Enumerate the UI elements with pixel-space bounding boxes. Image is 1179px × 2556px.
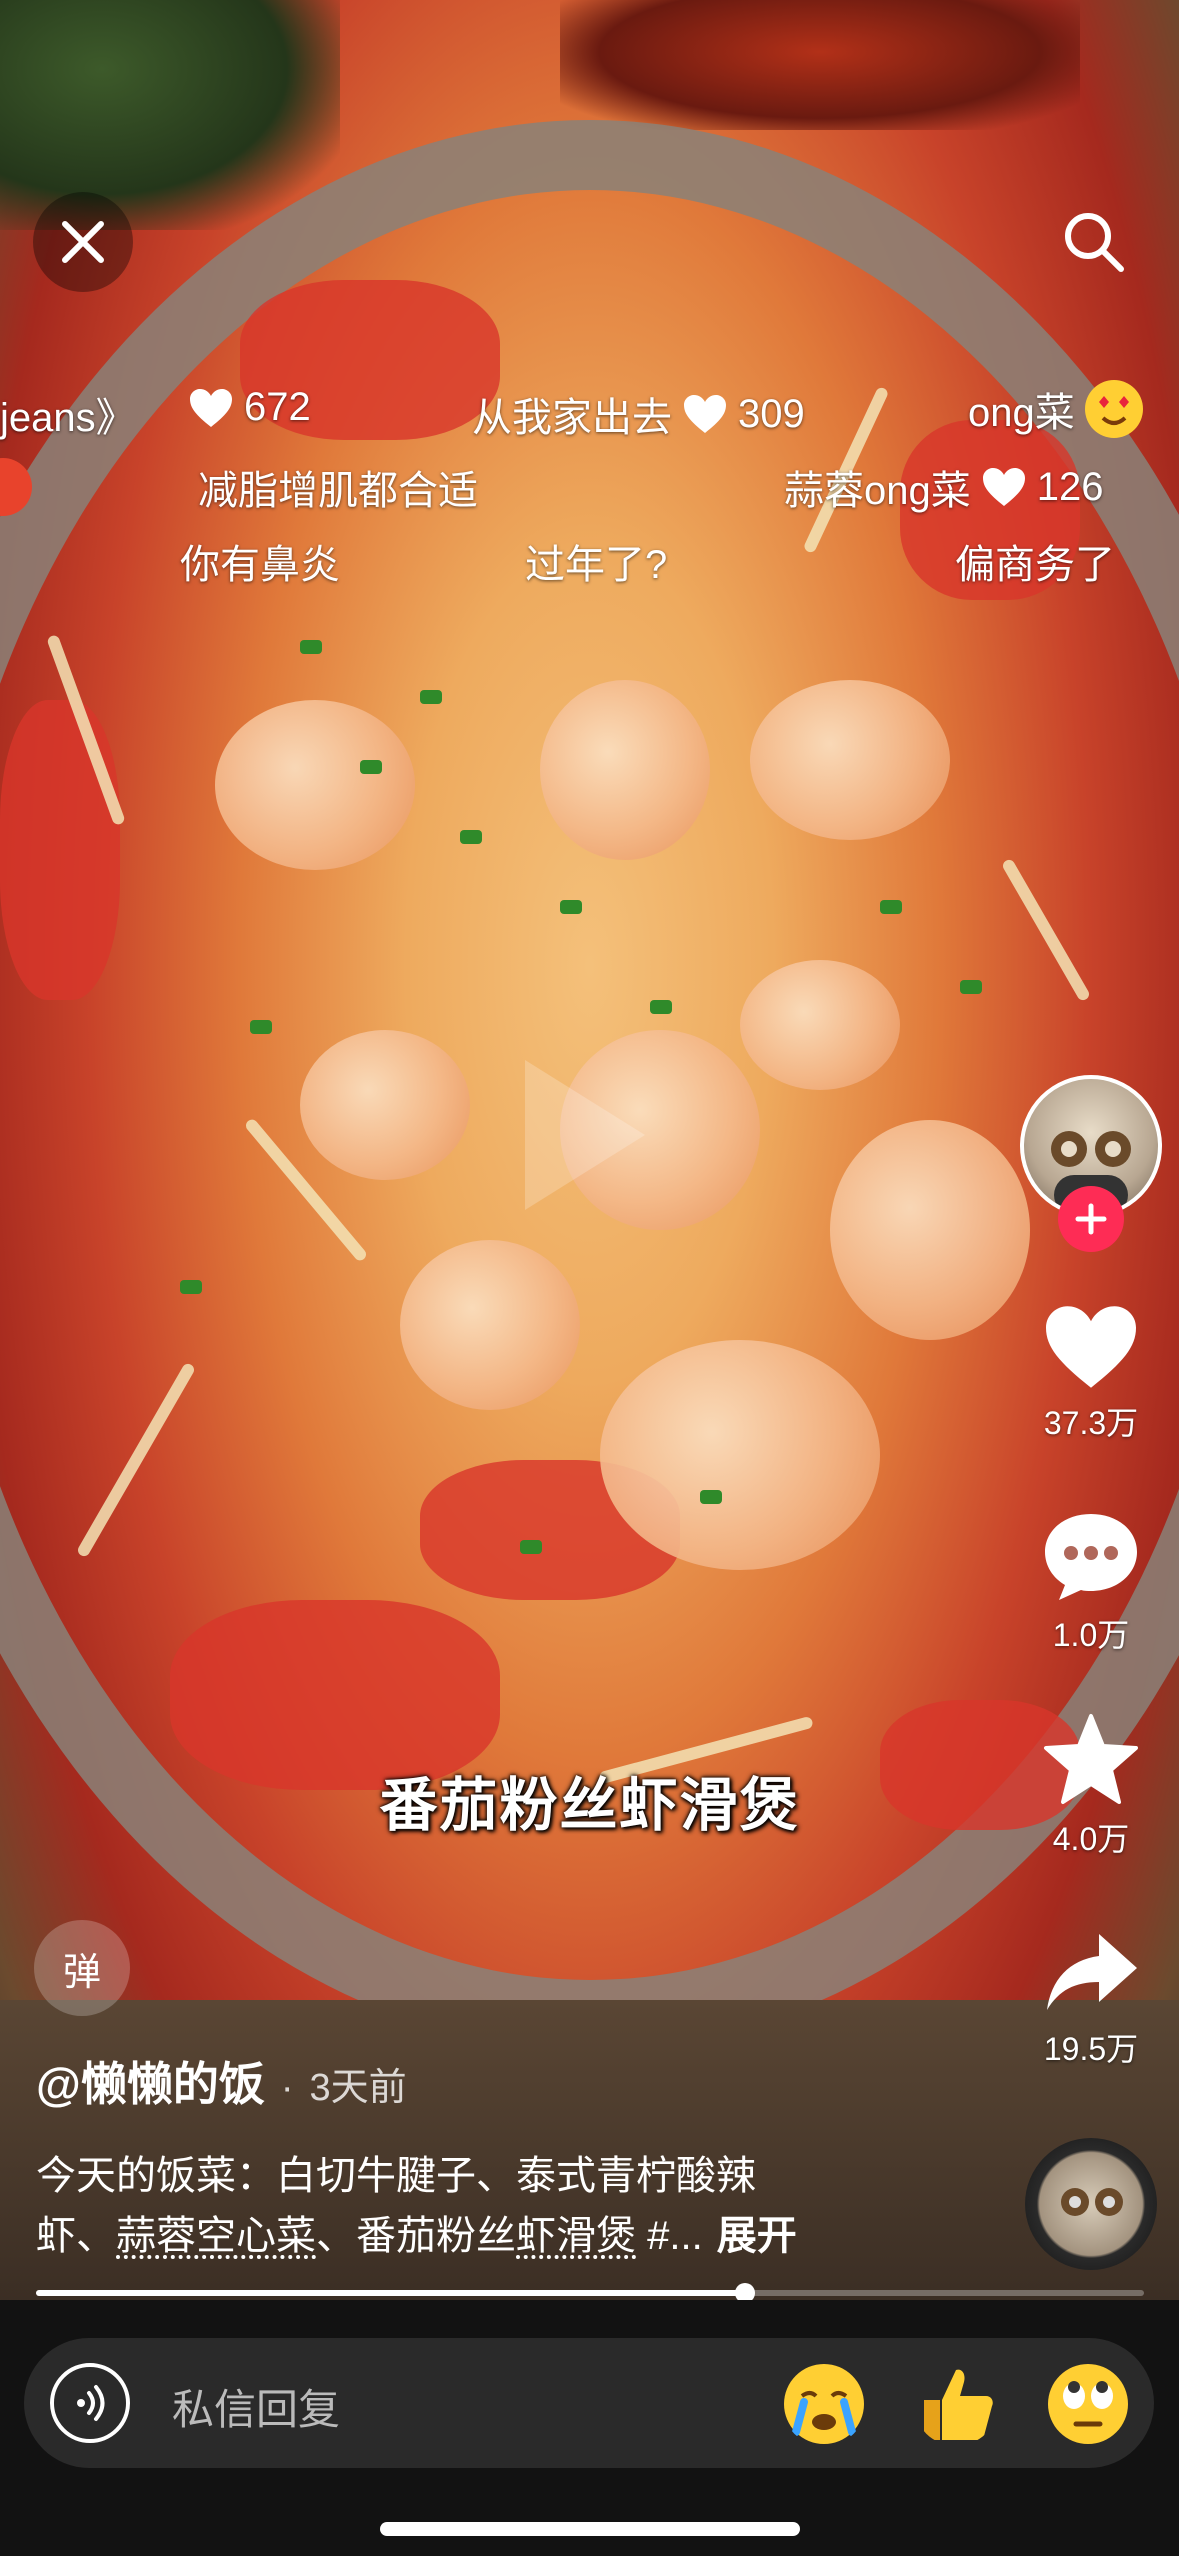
danmaku-comment[interactable]: 672 [188,385,311,430]
scallion [180,1280,202,1294]
music-disc[interactable] [1025,2138,1157,2270]
scallion [360,760,382,774]
comment-button[interactable]: 1.0万 [1010,1508,1172,1656]
description-line: 虾、蒜蓉空心菜、番茄粉丝虾滑煲 #... 展开 [36,2206,936,2266]
comment-icon [1045,1514,1137,1600]
share-count: 19.5万 [1043,2031,1139,2067]
danmaku-likes: 309 [738,391,805,436]
danmaku-comment[interactable]: 你有鼻炎 [180,532,340,590]
description-text: 虾、 [36,2214,116,2258]
like-count: 37.3万 [1043,1405,1139,1441]
danmaku-comment[interactable]: 过年了? [525,532,667,590]
scallion [300,640,322,654]
shrimp-ball [830,1120,1030,1340]
progress-fill [36,2290,746,2296]
chili-decor [560,0,1080,130]
music-cover-image [1061,2188,1123,2216]
danmaku-toggle-label: 弹 [62,1951,101,1994]
video-progress-bar[interactable] [36,2283,1144,2303]
danmaku-text: 从我家出去 [472,396,672,440]
danmaku-likes: 672 [244,385,311,429]
danmaku-text: 偏商务了 [955,543,1115,587]
angry-face-emoji-icon [0,458,32,516]
like-button[interactable]: 37.3万 [1010,1302,1172,1444]
crying-emoji-icon[interactable] [782,2362,866,2446]
danmaku-comment[interactable]: 减脂增肌都合适 [198,458,478,516]
danmaku-comment[interactable]: jeans》 [0,385,136,443]
video-description[interactable]: 今天的饭菜：白切牛腱子、泰式青柠酸辣 虾、蒜蓉空心菜、番茄粉丝虾滑煲 #... 展… [36,2146,936,2266]
danmaku-toggle-button[interactable]: 弹 [34,1920,130,2016]
topic-link[interactable]: 虾滑煲 [516,2214,636,2258]
voice-icon [77,2385,105,2421]
share-button[interactable]: 19.5万 [1010,1928,1172,2070]
close-icon [62,221,104,263]
follow-button[interactable] [1058,1186,1124,1252]
danmaku-comment[interactable]: 蒜蓉ong菜 126 [784,458,1104,516]
danmaku-comment[interactable]: 偏商务了 [955,532,1115,590]
reply-placeholder[interactable]: 私信回复 [172,2376,340,2437]
thumbs-up-emoji-icon[interactable] [914,2362,998,2446]
video-caption: 番茄粉丝虾滑煲 [379,1773,800,1838]
bottom-bar: 私信回复 [0,2300,1179,2556]
heart-icon [684,395,726,433]
favorite-button[interactable]: 4.0万 [1010,1712,1172,1860]
heart-icon [190,388,232,427]
scallion [960,980,982,994]
heart-eyes-emoji-icon [1084,380,1143,438]
shrimp-ball [750,680,950,840]
danmaku-comment[interactable] [0,458,32,516]
danmaku-text: jeans》 [0,396,136,440]
scallion [460,830,482,844]
greens-decor [0,0,340,230]
scallion [250,1020,272,1034]
separator-dot: · [280,2067,294,2109]
share-icon [1047,1934,1137,2010]
description-line: 今天的饭菜：白切牛腱子、泰式青柠酸辣 [36,2154,756,2198]
shrimp-ball [400,1240,580,1410]
favorite-count: 4.0万 [1052,1821,1130,1857]
scallion [560,900,582,914]
shrimp-ball [600,1340,880,1570]
shrimp-ball [740,960,900,1090]
shrimp-ball [215,700,415,870]
play-icon[interactable] [505,1050,655,1220]
description-text: 、番茄粉丝 [316,2214,516,2258]
author-name[interactable]: @懒懒的饭 [36,2048,265,2114]
danmaku-text: 蒜蓉ong菜 [784,469,971,513]
expand-button[interactable]: 展开 [717,2214,797,2258]
plus-icon [1075,1203,1107,1235]
scallion [650,1000,672,1014]
danmaku-text: 你有鼻炎 [180,543,340,587]
search-icon [1065,213,1124,272]
home-indicator[interactable] [380,2522,800,2536]
danmaku-text: ong菜 [968,391,1075,435]
scallion [420,690,442,704]
scallion [700,1490,722,1504]
voice-button[interactable] [50,2363,130,2443]
shrimp-ball [300,1030,470,1180]
danmaku-text: 过年了? [525,543,668,587]
rolling-eyes-emoji-icon[interactable] [1046,2362,1130,2446]
comment-count: 1.0万 [1052,1617,1130,1653]
scallion [520,1540,542,1554]
danmaku-comment[interactable]: 从我家出去 309 [472,385,805,443]
danmaku-comment[interactable]: ong菜 [968,380,1143,438]
topic-link[interactable]: 蒜蓉空心菜 [116,2214,316,2258]
search-button[interactable] [1044,192,1144,292]
heart-icon [982,468,1025,506]
reply-box[interactable]: 私信回复 [24,2338,1154,2468]
danmaku-likes: 126 [1036,464,1104,509]
post-timestamp: 3天前 [309,2067,407,2109]
description-text: #... [636,2214,703,2258]
tomato-piece [0,700,120,1000]
author-row: @懒懒的饭 · 3天前 [36,2048,407,2114]
shrimp-ball [540,680,710,860]
scallion [880,900,902,914]
close-button[interactable] [33,192,133,292]
star-icon [1044,1714,1138,1804]
danmaku-text: 减脂增肌都合适 [198,469,478,513]
heart-icon [1046,1306,1136,1388]
